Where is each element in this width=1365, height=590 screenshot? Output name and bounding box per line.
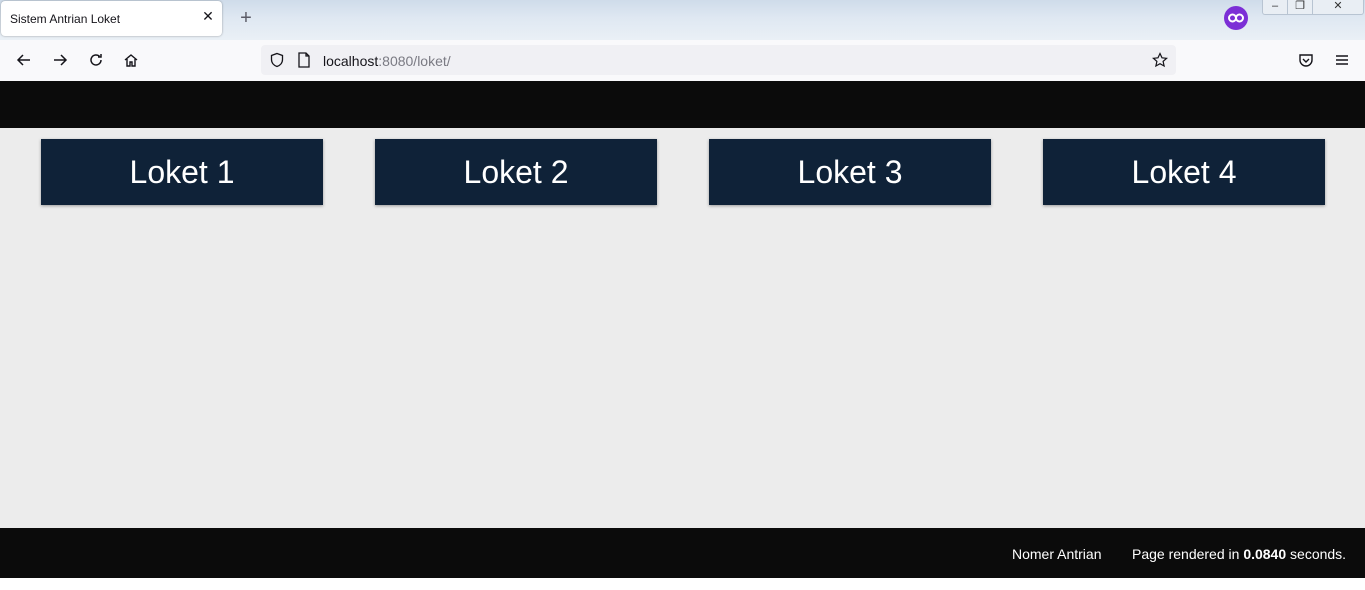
- page-footer: Nomer Antrian Page rendered in 0.0840 se…: [0, 528, 1365, 578]
- nomer-antrian-link[interactable]: Nomer Antrian: [1012, 546, 1101, 562]
- window-maximize-button[interactable]: ❐: [1287, 0, 1313, 15]
- tab-close-icon[interactable]: ✕: [200, 8, 216, 24]
- browser-tab-strip: Sistem Antrian Loket ✕ + – ❐ ✕: [0, 0, 1365, 40]
- render-suffix: seconds.: [1286, 546, 1347, 562]
- loket-3-button[interactable]: Loket 3: [709, 139, 991, 205]
- web-page: Loket 1 Loket 2 Loket 3 Loket 4 Nomer An…: [0, 81, 1365, 590]
- render-time-text: Page rendered in 0.0840 seconds.: [1132, 546, 1346, 562]
- url-bar[interactable]: localhost:8080/loket/: [261, 45, 1176, 75]
- loket-2-label: Loket 2: [463, 153, 569, 190]
- render-time-value: 0.0840: [1243, 546, 1287, 562]
- loket-container: Loket 1 Loket 2 Loket 3 Loket 4: [0, 128, 1365, 528]
- window-close-button[interactable]: ✕: [1312, 0, 1364, 15]
- page-icon[interactable]: [297, 52, 311, 73]
- loket-4-label: Loket 4: [1131, 153, 1237, 190]
- loket-2-button[interactable]: Loket 2: [375, 139, 657, 205]
- star-icon[interactable]: [1151, 52, 1169, 73]
- pocket-icon[interactable]: [1292, 48, 1320, 72]
- menu-icon[interactable]: [1328, 48, 1356, 72]
- loket-1-label: Loket 1: [129, 153, 235, 190]
- tab-title: Sistem Antrian Loket: [10, 12, 121, 26]
- shield-icon[interactable]: [269, 52, 285, 73]
- url-path: :8080/loket/: [378, 53, 451, 69]
- loket-4-button[interactable]: Loket 4: [1043, 139, 1325, 205]
- window-minimize-button[interactable]: –: [1262, 0, 1288, 15]
- url-host: localhost: [323, 53, 379, 69]
- loket-3-label: Loket 3: [797, 153, 903, 190]
- render-prefix: Page rendered in: [1132, 546, 1244, 562]
- new-tab-button[interactable]: +: [236, 8, 256, 29]
- loket-1-button[interactable]: Loket 1: [41, 139, 323, 205]
- browser-nav-bar: localhost:8080/loket/: [0, 40, 1365, 82]
- reload-icon[interactable]: [82, 48, 110, 72]
- private-browsing-icon: [1224, 6, 1248, 30]
- forward-arrow-icon[interactable]: [46, 48, 74, 72]
- top-navbar: [0, 81, 1365, 128]
- back-arrow-icon[interactable]: [10, 48, 38, 72]
- home-icon[interactable]: [117, 48, 145, 72]
- url-text[interactable]: localhost:8080/loket/: [323, 53, 451, 69]
- browser-tab-active[interactable]: Sistem Antrian Loket ✕: [1, 1, 222, 36]
